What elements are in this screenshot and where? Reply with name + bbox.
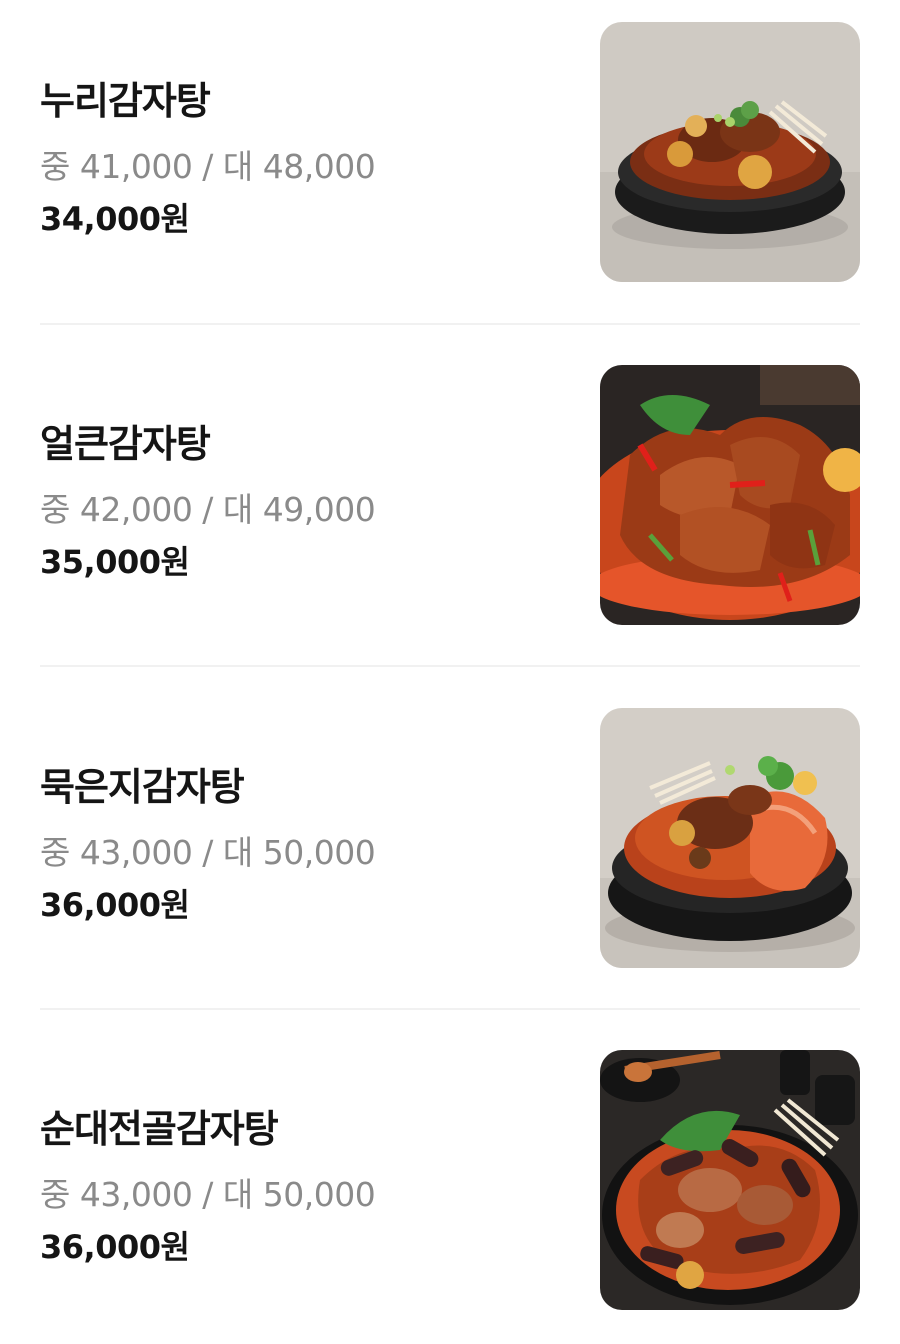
menu-item-name: 누리감자탕 — [40, 79, 211, 123]
menu-item-name: 묵은지감자탕 — [40, 765, 245, 809]
menu-item-size-prices: 중 42,000 / 대 49,000 — [40, 490, 376, 529]
menu-item-size-prices: 중 43,000 / 대 50,000 — [40, 1175, 376, 1214]
menu-list: 누리감자탕 중 41,000 / 대 48,000 34,000원 얼큰감자탕 … — [0, 0, 900, 1344]
sundae-gamjatang-photo-icon[interactable] — [600, 1050, 860, 1310]
menu-item-size-prices: 중 41,000 / 대 48,000 — [40, 147, 376, 186]
menu-item-sale-price: 36,000원 — [40, 886, 190, 924]
gamjatang-photo-icon[interactable] — [600, 22, 860, 282]
menu-item-name: 얼큰감자탕 — [40, 422, 211, 466]
menu-item-name: 순대전골감자탕 — [40, 1107, 279, 1151]
divider — [40, 323, 860, 325]
menu-item-nuri-gamjatang[interactable]: 누리감자탕 중 41,000 / 대 48,000 34,000원 — [40, 22, 860, 282]
divider — [40, 665, 860, 667]
menu-item-sale-price: 35,000원 — [40, 543, 190, 581]
menu-item-sale-price: 36,000원 — [40, 1228, 190, 1266]
menu-item-sundae-jeongol-gamjatang[interactable]: 순대전골감자탕 중 43,000 / 대 50,000 36,000원 — [40, 1050, 860, 1310]
menu-item-mukeunji-gamjatang[interactable]: 묵은지감자탕 중 43,000 / 대 50,000 36,000원 — [40, 708, 860, 968]
spicy-gamjatang-photo-icon[interactable] — [600, 365, 860, 625]
kimchi-gamjatang-photo-icon[interactable] — [600, 708, 860, 968]
menu-item-sale-price: 34,000원 — [40, 200, 190, 238]
menu-item-size-prices: 중 43,000 / 대 50,000 — [40, 833, 376, 872]
divider — [40, 1008, 860, 1010]
menu-item-eolkeun-gamjatang[interactable]: 얼큰감자탕 중 42,000 / 대 49,000 35,000원 — [40, 365, 860, 625]
